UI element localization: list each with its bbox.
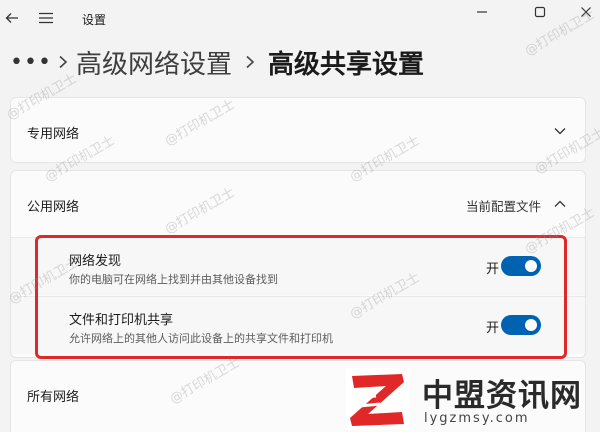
chevron-right-icon <box>232 55 268 69</box>
back-arrow-icon[interactable] <box>0 6 24 30</box>
logo-text: 中盟资讯网 <box>422 378 582 414</box>
maximize-icon[interactable] <box>526 2 554 22</box>
chevron-up-icon[interactable] <box>553 197 567 211</box>
window-title: 设置 <box>82 13 107 27</box>
page-title: 高级共享设置 <box>268 49 425 80</box>
public-network-header[interactable]: 公用网络 当前配置文件 <box>11 171 585 237</box>
private-network-title: 专用网络 <box>27 127 80 142</box>
site-logo: 中盟资讯网 lygzmsy.com <box>346 366 600 432</box>
minimize-icon[interactable] <box>468 2 496 22</box>
logo-z-icon <box>346 368 410 430</box>
logo-url: lygzmsy.com <box>424 411 530 426</box>
chevron-down-icon[interactable] <box>553 124 567 138</box>
public-network-title: 公用网络 <box>27 200 80 215</box>
current-profile-label: 当前配置文件 <box>465 199 541 214</box>
title-bar: 设置 <box>0 0 600 38</box>
hamburger-menu-icon[interactable] <box>34 6 58 30</box>
highlight-box <box>35 235 567 359</box>
chevron-right-icon <box>50 55 76 69</box>
breadcrumb-item-advanced-network[interactable]: 高级网络设置 <box>76 44 232 81</box>
breadcrumb-more-button[interactable]: ••• <box>10 50 51 75</box>
all-networks-title: 所有网络 <box>27 390 80 405</box>
